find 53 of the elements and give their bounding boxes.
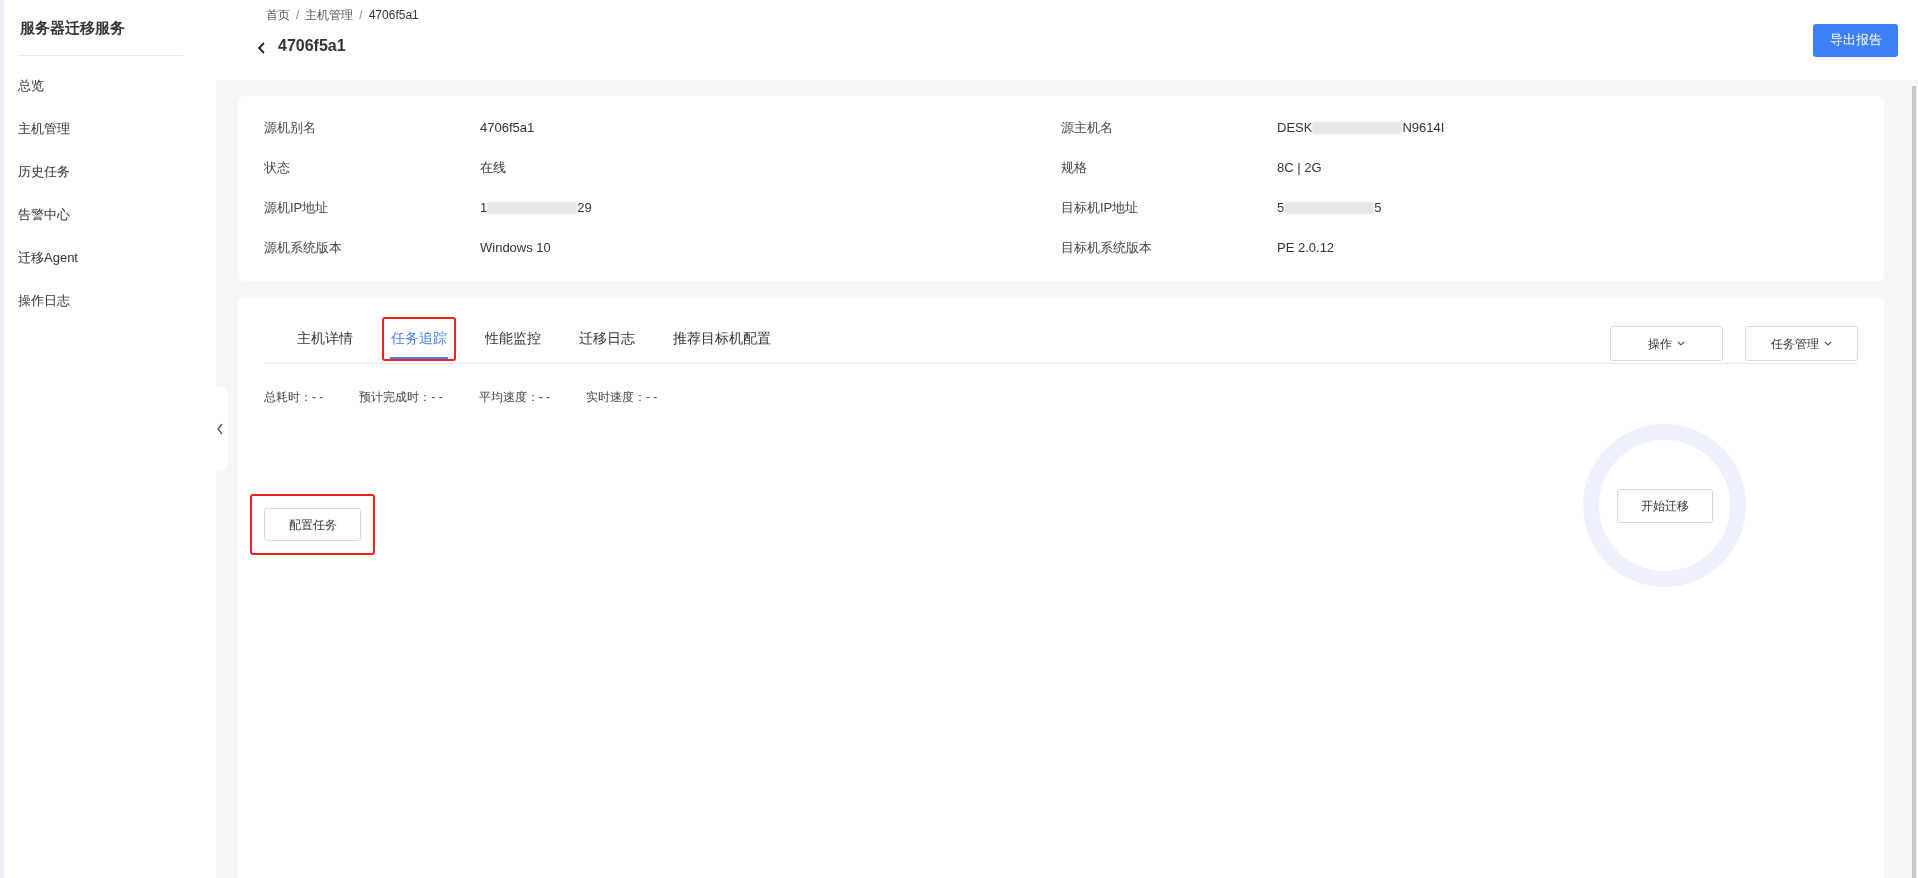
field-value: DESK <box>1277 118 1313 137</box>
breadcrumb-link[interactable]: 首页 <box>266 6 290 24</box>
breadcrumb-separator: / <box>296 7 300 24</box>
page-title: 4706f5a1 <box>278 36 346 56</box>
field-value: 5 <box>1277 198 1285 217</box>
sidebar-item[interactable]: 历史任务 <box>4 150 216 193</box>
field-value: 1 <box>480 198 488 217</box>
field-value: 29 <box>577 198 592 217</box>
caret-icon <box>1677 340 1685 347</box>
field-value: Windows 10 <box>480 238 551 257</box>
caret-icon <box>1824 340 1832 347</box>
field-value: N9614I <box>1402 118 1445 137</box>
stat-value: - - <box>538 389 550 406</box>
breadcrumb-link[interactable]: 主机管理 <box>305 6 354 24</box>
stat-label: 平均速度： <box>478 389 539 406</box>
stat-value: - - <box>646 389 658 406</box>
tab[interactable]: 性能监控 <box>484 319 542 359</box>
stat-label: 总耗时： <box>264 389 312 406</box>
breadcrumb-separator: / <box>359 7 363 24</box>
field-value: 5 <box>1374 198 1382 217</box>
field-value: 8C | 2G <box>1277 158 1322 177</box>
field-value: 4706f5a1 <box>480 118 535 137</box>
field-value: 在线 <box>480 158 506 177</box>
field-label: 源机系统版本 <box>264 238 343 257</box>
sidebar-title: 服务器迁移服务 <box>20 18 125 37</box>
field-label: 目标机系统版本 <box>1061 238 1153 257</box>
start-migration-button[interactable]: 开始迁移 <box>1616 488 1713 523</box>
sidebar-item[interactable]: 总览 <box>4 64 216 107</box>
tab[interactable]: 任务追踪 <box>390 319 448 359</box>
dropdown-button[interactable]: 任务管理 <box>1745 326 1858 361</box>
field-value: PE 2.0.12 <box>1277 238 1335 257</box>
tab[interactable]: 主机详情 <box>296 319 354 359</box>
stat-value: - - <box>312 389 324 406</box>
export-report-button[interactable]: 导出报告 <box>1813 23 1898 57</box>
field-label: 规格 <box>1061 158 1088 177</box>
field-label: 状态 <box>264 158 291 177</box>
scrollbar[interactable] <box>1912 86 1916 878</box>
tab[interactable]: 迁移日志 <box>578 319 636 359</box>
sidebar-item[interactable]: 操作日志 <box>4 279 216 322</box>
field-label: 源主机名 <box>1061 118 1114 137</box>
field-label: 源机别名 <box>264 118 317 137</box>
field-label: 源机IP地址 <box>264 198 330 217</box>
stat-label: 实时速度： <box>586 389 646 406</box>
stat-label: 预计完成时： <box>359 389 432 406</box>
chevron-left-icon <box>216 423 224 435</box>
sidebar-item[interactable]: 迁移Agent <box>4 236 216 279</box>
sidebar-item[interactable]: 告警中心 <box>4 193 216 236</box>
configure-task-button[interactable]: 配置任务 <box>264 508 361 541</box>
dropdown-button[interactable]: 操作 <box>1610 326 1723 361</box>
tab[interactable]: 推荐目标机配置 <box>672 319 772 359</box>
field-label: 目标机IP地址 <box>1061 198 1140 217</box>
stat-value: - - <box>431 389 443 406</box>
sidebar-item[interactable]: 主机管理 <box>4 107 216 150</box>
